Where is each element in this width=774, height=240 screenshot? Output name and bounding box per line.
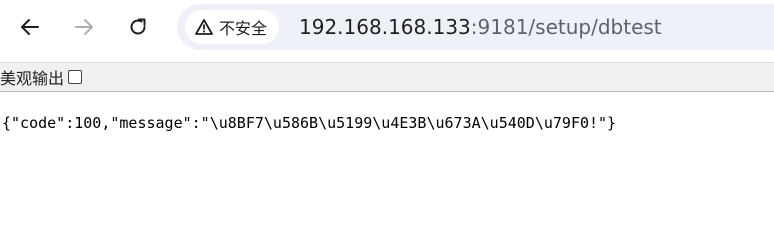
arrow-right-icon [75, 19, 93, 35]
forward-button[interactable] [67, 10, 101, 44]
browser-toolbar: 不安全 192.168.168.133:9181/setup/dbtest [0, 0, 774, 55]
reload-button[interactable] [121, 10, 155, 44]
pretty-print-label: 美观输出 [0, 69, 65, 88]
warning-triangle-icon [195, 19, 213, 35]
pretty-print-checkbox[interactable] [68, 70, 83, 84]
json-response: {"code":100,"message":"\u8BF7\u586B\u519… [2, 114, 617, 132]
back-button[interactable] [13, 10, 47, 44]
url-host: 192.168.168.133 [299, 15, 471, 39]
reload-icon [130, 18, 146, 35]
security-label: 不安全 [219, 19, 268, 38]
address-bar[interactable]: 不安全 192.168.168.133:9181/setup/dbtest [177, 4, 774, 50]
security-indicator[interactable]: 不安全 [185, 10, 280, 44]
pretty-print-bar: 美观输出 [0, 62, 774, 92]
url-text[interactable]: 192.168.168.133:9181/setup/dbtest [299, 14, 662, 40]
url-path: :9181/setup/dbtest [470, 15, 662, 39]
arrow-left-icon [21, 19, 39, 35]
